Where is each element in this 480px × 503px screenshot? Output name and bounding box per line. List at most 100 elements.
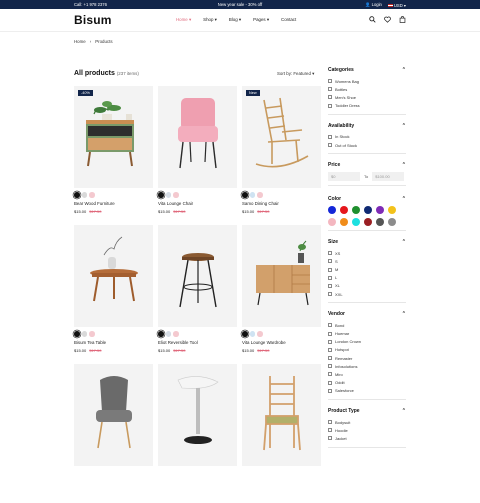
- checkbox[interactable]: [328, 347, 332, 352]
- chevron-up-icon[interactable]: ⌃: [402, 196, 406, 202]
- filter-title[interactable]: Product Type ⌃: [328, 408, 406, 414]
- color-swatch[interactable]: [74, 331, 80, 337]
- filter-option[interactable]: Salesforce: [328, 387, 406, 395]
- checkbox[interactable]: [328, 87, 332, 92]
- product-card[interactable]: [242, 364, 321, 503]
- product-image[interactable]: [242, 364, 321, 466]
- color-option[interactable]: [352, 218, 360, 227]
- color-option[interactable]: [364, 206, 372, 215]
- color-option[interactable]: [388, 206, 396, 215]
- chevron-up-icon[interactable]: ⌃: [402, 123, 406, 129]
- color-swatch[interactable]: [158, 331, 164, 337]
- filter-option[interactable]: XL: [328, 282, 406, 290]
- product-card[interactable]: New Samo Dining Chair $15.00 $17.50: [242, 86, 321, 225]
- product-image[interactable]: [158, 225, 237, 327]
- product-card[interactable]: -40% Bear Wood Furniture $15.00 $17.50: [74, 86, 153, 225]
- checkbox[interactable]: [328, 420, 332, 425]
- chevron-up-icon[interactable]: ⌃: [402, 67, 406, 73]
- product-name[interactable]: Vita Lounge Wardrobe: [242, 340, 286, 345]
- color-swatch[interactable]: [81, 192, 87, 198]
- checkbox[interactable]: [328, 356, 332, 361]
- color-swatch[interactable]: [173, 192, 179, 198]
- search-icon[interactable]: [369, 16, 376, 25]
- color-swatch[interactable]: [249, 331, 255, 337]
- chevron-up-icon[interactable]: ⌃: [402, 162, 406, 168]
- product-image[interactable]: [158, 364, 237, 466]
- color-option[interactable]: [352, 206, 360, 215]
- product-card[interactable]: Vita Lounge Wardrobe $15.00 $17.50: [242, 225, 321, 364]
- color-swatch[interactable]: [165, 331, 171, 337]
- checkbox[interactable]: [328, 79, 332, 84]
- filter-option[interactable]: S: [328, 257, 406, 265]
- filter-option[interactable]: Infosolutions: [328, 362, 406, 370]
- filter-option[interactable]: Oddit: [328, 379, 406, 387]
- checkbox[interactable]: [328, 372, 332, 377]
- product-image[interactable]: [74, 225, 153, 327]
- filter-option[interactable]: Out of Stock: [328, 141, 406, 149]
- color-swatch[interactable]: [89, 192, 95, 198]
- color-swatch[interactable]: [81, 331, 87, 337]
- filter-option[interactable]: Men's Shoe: [328, 93, 406, 101]
- color-option[interactable]: [376, 218, 384, 227]
- filter-option[interactable]: Huemar: [328, 329, 406, 337]
- checkbox[interactable]: [328, 134, 332, 139]
- chevron-up-icon[interactable]: ⌃: [402, 239, 406, 245]
- filter-title[interactable]: Availability ⌃: [328, 123, 406, 129]
- login-link[interactable]: 👤 Login: [365, 2, 382, 8]
- filter-option[interactable]: Womens Bag: [328, 77, 406, 85]
- price-min-input[interactable]: $0: [328, 172, 360, 182]
- nav-blog[interactable]: Blog ▾: [229, 17, 241, 23]
- product-name[interactable]: Bisum Tea Table: [74, 340, 106, 345]
- product-image[interactable]: [74, 364, 153, 466]
- product-card[interactable]: [158, 364, 237, 503]
- checkbox[interactable]: [328, 339, 332, 344]
- color-swatch[interactable]: [165, 192, 171, 198]
- filter-title[interactable]: Size ⌃: [328, 239, 406, 245]
- color-option[interactable]: [340, 218, 348, 227]
- price-max-input[interactable]: $100.00: [372, 172, 405, 182]
- product-image[interactable]: -40%: [74, 86, 153, 188]
- filter-option[interactable]: XXL: [328, 290, 406, 298]
- color-swatch[interactable]: [249, 192, 255, 198]
- nav-home[interactable]: Home ▾: [176, 17, 191, 23]
- color-swatch[interactable]: [89, 331, 95, 337]
- checkbox[interactable]: [328, 388, 332, 393]
- color-swatch[interactable]: [242, 331, 248, 337]
- product-card[interactable]: Eliot Reversible Tool $15.00 $17.50: [158, 225, 237, 364]
- checkbox[interactable]: [328, 323, 332, 328]
- filter-option[interactable]: Hoodie: [328, 426, 406, 434]
- heart-icon[interactable]: [384, 16, 391, 25]
- product-card[interactable]: Vita Lounge Chair $15.00 $17.50: [158, 86, 237, 225]
- filter-option[interactable]: Bodysuit: [328, 418, 406, 426]
- checkbox[interactable]: [328, 259, 332, 264]
- checkbox[interactable]: [328, 428, 332, 433]
- filter-title[interactable]: Vendor ⌃: [328, 311, 406, 317]
- filter-option[interactable]: Hotspot: [328, 346, 406, 354]
- filter-option[interactable]: Remaster: [328, 354, 406, 362]
- chevron-up-icon[interactable]: ⌃: [402, 408, 406, 414]
- color-option[interactable]: [328, 206, 336, 215]
- filter-option[interactable]: Miro: [328, 370, 406, 378]
- color-swatch[interactable]: [242, 192, 248, 198]
- filter-option[interactable]: XS: [328, 249, 406, 257]
- filter-option[interactable]: Toddler Dress: [328, 102, 406, 110]
- checkbox[interactable]: [328, 283, 332, 288]
- checkbox[interactable]: [328, 103, 332, 108]
- filter-title[interactable]: Categories ⌃: [328, 67, 406, 73]
- filter-option[interactable]: Bond: [328, 321, 406, 329]
- bag-icon[interactable]: [399, 16, 406, 25]
- product-card[interactable]: [74, 364, 153, 503]
- currency-selector[interactable]: USD ▾: [387, 3, 406, 8]
- product-card[interactable]: Bisum Tea Table $15.00 $17.50: [74, 225, 153, 364]
- product-image[interactable]: [158, 86, 237, 188]
- filter-option[interactable]: Bottles: [328, 85, 406, 93]
- checkbox[interactable]: [328, 364, 332, 369]
- product-name[interactable]: Bear Wood Furniture: [74, 201, 115, 206]
- chevron-up-icon[interactable]: ⌃: [402, 311, 406, 317]
- checkbox[interactable]: [328, 331, 332, 336]
- filter-option[interactable]: In Stock: [328, 133, 406, 141]
- nav-contact[interactable]: Contact: [281, 17, 296, 23]
- filter-option[interactable]: L: [328, 274, 406, 282]
- color-swatch[interactable]: [158, 192, 164, 198]
- product-name[interactable]: Vita Lounge Chair: [158, 201, 193, 206]
